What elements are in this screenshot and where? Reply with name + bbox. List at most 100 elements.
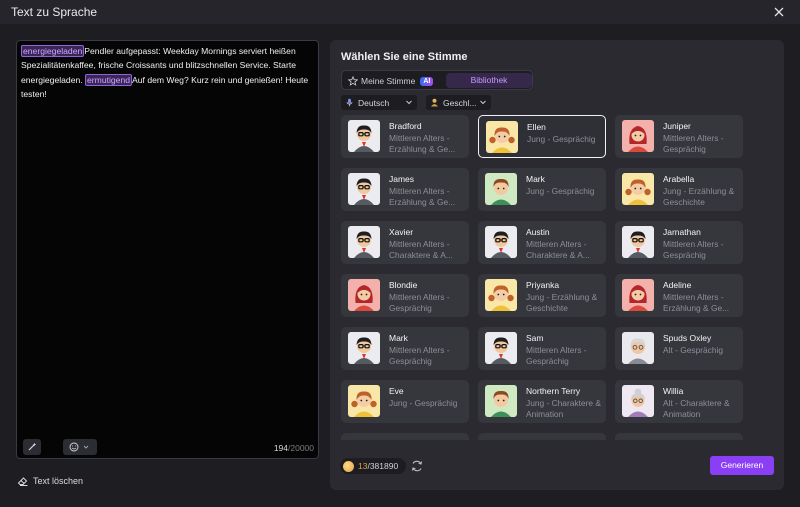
char-count-current: 194 [273, 443, 288, 453]
voice-name: Ellen [527, 122, 546, 132]
window-title: Text zu Sprache [11, 5, 98, 19]
voice-name: Juniper [663, 121, 691, 131]
voice-card[interactable] [478, 433, 606, 440]
emotion-dropdown[interactable] [63, 439, 97, 455]
voice-description: Mittleren Alters - Erzählung & Ge... [389, 186, 456, 207]
voice-avatar [348, 279, 380, 311]
person-icon [431, 98, 438, 107]
voice-avatar [622, 173, 654, 205]
coin-icon [343, 460, 354, 472]
voice-card[interactable]: Austin Mittleren Alters - Charaktere & A.… [478, 221, 606, 264]
chevron-down-icon [480, 100, 486, 105]
voice-name: Mark [389, 333, 408, 343]
voice-avatar [622, 385, 654, 417]
voice-card[interactable]: Mark Mittleren Alters - Gesprächig [341, 327, 469, 370]
voice-card[interactable]: Adeline Mittleren Alters - Erzählung & Ge… [615, 274, 743, 317]
voice-card[interactable]: Blondie Mittleren Alters - Gesprächig [341, 274, 469, 317]
voice-avatar [348, 385, 380, 417]
refresh-button[interactable] [410, 459, 424, 473]
text-editor[interactable]: energiegeladen Pendler aufgepasst: Weekda… [16, 40, 319, 459]
voice-avatar [486, 121, 518, 153]
voice-card[interactable]: Spuds Oxley Alt - Gesprächig [615, 327, 743, 370]
smiley-icon [69, 442, 79, 452]
voice-description: Mittleren Alters - Gesprächig [663, 133, 724, 154]
voice-source-tabs: Meine Stimme AI Bibliothek [341, 70, 533, 90]
editor-content[interactable]: energiegeladen Pendler aufgepasst: Weekda… [21, 44, 315, 101]
voice-name: Adeline [663, 280, 692, 290]
voice-name: Northern Terry [526, 386, 581, 396]
voice-description: Alt - Gesprächig [663, 345, 724, 355]
voice-description: Mittleren Alters - Charaktere & A... [389, 239, 453, 260]
credits-total: /381890 [367, 461, 399, 471]
gender-filter-label: Geschl... [443, 97, 477, 108]
voice-avatar [348, 173, 380, 205]
voice-description: Mittleren Alters - Gesprächig [663, 239, 724, 260]
voice-panel: Wählen Sie eine Stimme Meine Stimme AI B… [330, 40, 784, 490]
voice-name: Priyanka [526, 280, 560, 290]
voice-description: Mittleren Alters - Gesprächig [389, 292, 450, 313]
voice-card[interactable]: Bradford Mittleren Alters - Erzählung & G… [341, 115, 469, 158]
editor-toolbar: 194/20000 [17, 438, 318, 458]
voice-card[interactable]: Northern Terry Jung - Charaktere & Animat… [478, 380, 606, 423]
gender-filter[interactable]: Geschl... [426, 95, 491, 110]
voice-description: Jung - Gesprächig [527, 134, 596, 144]
char-count-max: /20000 [288, 443, 314, 453]
voice-card[interactable]: Arabella Jung - Erzählung & Geschichte [615, 168, 743, 211]
close-button[interactable] [770, 3, 788, 21]
ai-magic-button[interactable] [23, 439, 41, 455]
voice-description: Mittleren Alters - Erzählung & Ge... [389, 133, 456, 154]
emotion-tag[interactable]: ermutigend [85, 73, 133, 86]
voice-card[interactable]: Ellen Jung - Gesprächig [478, 115, 606, 158]
voice-avatar [348, 226, 380, 258]
ai-badge: AI [420, 76, 434, 86]
star-icon [348, 76, 358, 86]
voice-avatar [622, 226, 654, 258]
close-icon [774, 7, 784, 17]
voice-description: Alt - Charaktere & Animation [663, 398, 730, 419]
voice-avatar [485, 332, 517, 364]
voice-card[interactable]: Willia Alt - Charaktere & Animation [615, 380, 743, 423]
voice-card[interactable]: Priyanka Jung - Erzählung & Geschichte [478, 274, 606, 317]
tab-my-voice[interactable]: Meine Stimme AI [348, 74, 434, 88]
voice-description: Mittleren Alters - Charaktere & A... [526, 239, 590, 260]
panel-title: Wählen Sie eine Stimme [341, 51, 468, 63]
voice-avatar [348, 332, 380, 364]
voice-card[interactable] [341, 433, 469, 440]
voice-name: Eve [389, 386, 404, 396]
voice-grid: Bradford Mittleren Alters - Erzählung & G… [341, 115, 775, 440]
voice-avatar [622, 332, 654, 364]
microphone-icon [346, 98, 353, 107]
voice-name: Jarnathan [663, 227, 701, 237]
voice-description: Mittleren Alters - Gesprächig [389, 345, 450, 366]
voice-card[interactable]: Juniper Mittleren Alters - Gesprächig [615, 115, 743, 158]
title-bar: Text zu Sprache [0, 0, 800, 24]
voice-description: Jung - Gesprächig [389, 398, 458, 408]
character-counter: 194/20000 [274, 443, 314, 453]
voice-avatar [485, 279, 517, 311]
emotion-tag[interactable]: energiegeladen [21, 45, 85, 57]
voice-card[interactable]: Sam Mittleren Alters - Gesprächig [478, 327, 606, 370]
voice-name: Austin [526, 227, 550, 237]
tab-my-voice-label: Meine Stimme [361, 76, 416, 86]
voice-avatar [622, 120, 654, 152]
magic-wand-icon [28, 442, 37, 451]
voice-card[interactable] [615, 433, 743, 440]
generate-button[interactable]: Generieren [710, 456, 774, 475]
voice-name: James [389, 174, 415, 184]
tab-library[interactable]: Bibliothek [446, 73, 532, 88]
language-filter[interactable]: Deutsch [341, 95, 417, 110]
voice-avatar [485, 385, 517, 417]
voice-card[interactable]: Eve Jung - Gesprächig [341, 380, 469, 423]
voice-avatar [485, 226, 517, 258]
voice-card[interactable]: Mark Jung - Gesprächig [478, 168, 606, 211]
voice-description: Mittleren Alters - Gesprächig [526, 345, 587, 366]
voice-description: Jung - Charaktere & Animation [526, 398, 601, 419]
voice-card[interactable]: Xavier Mittleren Alters - Charaktere & A.… [341, 221, 469, 264]
voice-card[interactable]: James Mittleren Alters - Erzählung & Ge..… [341, 168, 469, 211]
voice-name: Willia [663, 386, 684, 396]
voice-card[interactable]: Jarnathan Mittleren Alters - Gesprächig [615, 221, 743, 264]
clear-text-button[interactable]: Text löschen [17, 474, 83, 488]
voice-name: Mark [526, 174, 545, 184]
voice-avatar [348, 120, 380, 152]
voice-name: Spuds Oxley [663, 333, 712, 343]
